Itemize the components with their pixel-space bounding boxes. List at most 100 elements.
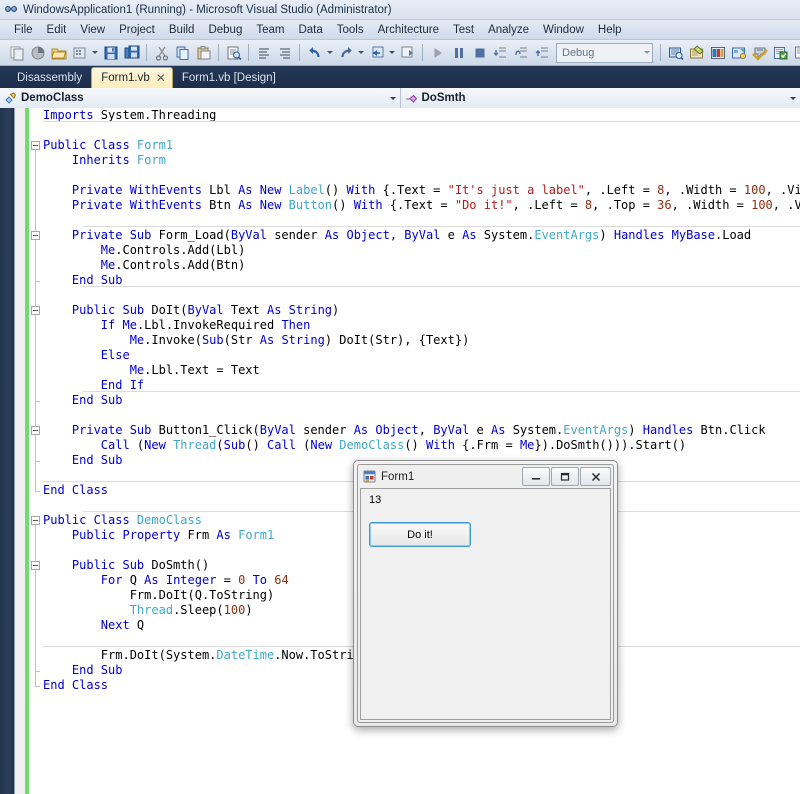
- code-line[interactable]: [43, 288, 800, 303]
- code-line[interactable]: Public Class Form1: [43, 138, 800, 153]
- new-project-icon[interactable]: [6, 43, 27, 63]
- paste-icon[interactable]: [193, 43, 214, 63]
- menu-item-test[interactable]: Test: [446, 22, 481, 38]
- code-line[interactable]: Private WithEvents Btn As New Button() W…: [43, 198, 800, 213]
- code-line[interactable]: Me.Controls.Add(Btn): [43, 258, 800, 273]
- copy-icon[interactable]: [172, 43, 193, 63]
- object-browser-icon[interactable]: [707, 43, 728, 63]
- member-dropdown[interactable]: DoSmth: [401, 88, 800, 108]
- solution-explorer-icon[interactable]: [665, 43, 686, 63]
- toolbox-icon[interactable]: [728, 43, 749, 63]
- code-token: .Controls.Add(Lbl): [115, 243, 245, 257]
- code-line[interactable]: End Sub: [43, 393, 800, 408]
- code-line[interactable]: Else: [43, 348, 800, 363]
- menu-item-analyze[interactable]: Analyze: [481, 22, 536, 38]
- breakpoints-icon[interactable]: [791, 43, 800, 63]
- code-token: Frm: [188, 528, 217, 542]
- code-line[interactable]: If Me.Lbl.InvokeRequired Then: [43, 318, 800, 333]
- redo-dropdown-arrow-icon[interactable]: [356, 43, 366, 63]
- code-line[interactable]: Call (New Thread(Sub() Call (New DemoCla…: [43, 438, 800, 453]
- error-list-icon[interactable]: [749, 43, 770, 63]
- outlining-collapse-button[interactable]: [31, 516, 40, 525]
- code-line[interactable]: [43, 408, 800, 423]
- undo-dropdown-arrow-icon[interactable]: [325, 43, 335, 63]
- outlining-collapse-button[interactable]: [31, 231, 40, 240]
- menu-item-team[interactable]: Team: [249, 22, 291, 38]
- minimize-icon[interactable]: [522, 467, 550, 486]
- code-token: ): [332, 303, 339, 317]
- add-new-item-icon[interactable]: [27, 43, 48, 63]
- step-into-icon[interactable]: [490, 43, 511, 63]
- undo-icon[interactable]: [304, 43, 325, 63]
- code-token: ByVal: [260, 423, 303, 437]
- form1-title-bar[interactable]: Form1: [358, 465, 613, 488]
- editor-indicator-margin[interactable]: [15, 108, 25, 794]
- chevron-down-icon[interactable]: [786, 97, 800, 100]
- find-icon[interactable]: [223, 43, 244, 63]
- code-token: As: [216, 528, 238, 542]
- code-token: System.: [513, 423, 564, 437]
- code-line[interactable]: Private WithEvents Lbl As New Label() Wi…: [43, 183, 800, 198]
- navigate-backward-icon[interactable]: [366, 43, 387, 63]
- form1-application-window[interactable]: Form1 13 Do it!: [353, 460, 618, 727]
- outlining-collapse-button[interactable]: [31, 561, 40, 570]
- open-file-icon[interactable]: [48, 43, 69, 63]
- menu-item-project[interactable]: Project: [112, 22, 162, 38]
- code-line[interactable]: [43, 123, 800, 138]
- add-item-icon[interactable]: [69, 43, 90, 63]
- menu-item-file[interactable]: File: [7, 22, 40, 38]
- cut-icon[interactable]: [151, 43, 172, 63]
- document-tab-form1-vb[interactable]: Form1.vb✕: [91, 67, 173, 88]
- toolbar-separator: [146, 44, 147, 61]
- menu-item-debug[interactable]: Debug: [201, 22, 249, 38]
- menu-item-tools[interactable]: Tools: [330, 22, 371, 38]
- code-token: EventArgs: [563, 423, 628, 437]
- stop-debugging-icon[interactable]: [469, 43, 490, 63]
- comment-icon[interactable]: [253, 43, 274, 63]
- close-icon[interactable]: ✕: [156, 69, 166, 88]
- code-line[interactable]: Private Sub Form_Load(ByVal sender As Ob…: [43, 228, 800, 243]
- menu-item-view[interactable]: View: [73, 22, 112, 38]
- properties-window-icon[interactable]: [686, 43, 707, 63]
- step-over-icon[interactable]: [511, 43, 532, 63]
- menu-item-help[interactable]: Help: [591, 22, 629, 38]
- code-line[interactable]: Me.Lbl.Text = Text: [43, 363, 800, 378]
- menu-item-edit[interactable]: Edit: [40, 22, 74, 38]
- continue-icon[interactable]: [427, 43, 448, 63]
- code-line[interactable]: Public Sub DoIt(ByVal Text As String): [43, 303, 800, 318]
- menu-item-architecture[interactable]: Architecture: [371, 22, 446, 38]
- document-tab-disassembly[interactable]: Disassembly: [8, 69, 91, 88]
- redo-icon[interactable]: [335, 43, 356, 63]
- menu-item-build[interactable]: Build: [162, 22, 202, 38]
- code-token: With: [354, 198, 390, 212]
- break-all-icon[interactable]: [448, 43, 469, 63]
- outlining-collapse-button[interactable]: [31, 426, 40, 435]
- close-icon[interactable]: [580, 467, 611, 486]
- code-line[interactable]: Inherits Form: [43, 153, 800, 168]
- code-line[interactable]: Me.Invoke(Sub(Str As String) DoIt(Str), …: [43, 333, 800, 348]
- code-line[interactable]: Private Sub Button1_Click(ByVal sender A…: [43, 423, 800, 438]
- solution-configuration-combo[interactable]: Debug: [556, 43, 653, 63]
- team-explorer-icon[interactable]: [770, 43, 791, 63]
- navigate-forward-icon[interactable]: [397, 43, 418, 63]
- document-tab-form1-vb-design[interactable]: Form1.vb [Design]: [173, 69, 285, 88]
- code-token: Q: [137, 618, 144, 632]
- save-all-icon[interactable]: [121, 43, 142, 63]
- outlining-collapse-button[interactable]: [31, 306, 40, 315]
- do-it-button[interactable]: Do it!: [369, 522, 471, 547]
- menu-item-data[interactable]: Data: [291, 22, 329, 38]
- chevron-down-icon[interactable]: [386, 97, 400, 100]
- outlining-collapse-button[interactable]: [31, 141, 40, 150]
- code-line[interactable]: [43, 168, 800, 183]
- step-out-icon[interactable]: [532, 43, 553, 63]
- maximize-icon[interactable]: [551, 467, 579, 486]
- left-tool-window-dock[interactable]: [0, 108, 15, 794]
- code-line[interactable]: Me.Controls.Add(Lbl): [43, 243, 800, 258]
- save-icon[interactable]: [100, 43, 121, 63]
- outlining-margin[interactable]: [29, 108, 43, 794]
- uncomment-icon[interactable]: [274, 43, 295, 63]
- navigate-backward-dropdown-arrow-icon[interactable]: [387, 43, 397, 63]
- class-dropdown[interactable]: DemoClass: [0, 88, 401, 108]
- menu-item-window[interactable]: Window: [536, 22, 591, 38]
- add-item-dropdown-arrow-icon[interactable]: [90, 43, 100, 63]
